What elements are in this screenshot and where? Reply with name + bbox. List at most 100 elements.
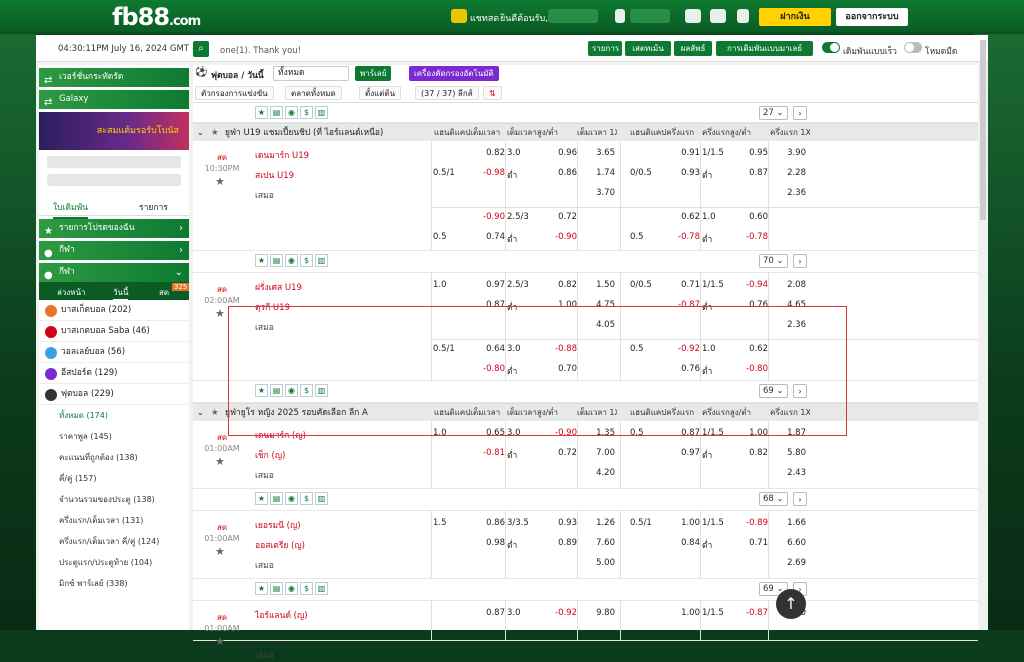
- odds-value[interactable]: -0.78: [666, 232, 700, 242]
- deposit-button[interactable]: ฝากเงิน: [759, 8, 831, 26]
- odds-value[interactable]: -0.90: [539, 232, 577, 242]
- tab-live[interactable]: สด: [159, 286, 169, 299]
- odds-value[interactable]: 0.62: [732, 344, 768, 354]
- odds-value[interactable]: 0.87: [666, 428, 700, 438]
- away-team[interactable]: เช็ก (ญ): [255, 448, 285, 462]
- odds-value[interactable]: 1.35: [579, 428, 615, 438]
- live-icon[interactable]: ◉: [285, 582, 298, 595]
- announcement[interactable]: one(1). Thank you!: [220, 46, 301, 56]
- odds-value[interactable]: 0.62: [666, 212, 700, 222]
- odds-value[interactable]: 0.71: [732, 538, 768, 548]
- market-filter[interactable]: ตลาดทั้งหมด: [285, 86, 342, 100]
- odds-value[interactable]: 1.00: [666, 518, 700, 528]
- tab-betslip[interactable]: ใบเดิมพัน: [53, 200, 88, 219]
- odds-value[interactable]: 0.82: [539, 280, 577, 290]
- match-star-icon[interactable]: ★: [215, 307, 225, 320]
- wallet-icon[interactable]: [615, 9, 625, 23]
- chart-icon[interactable]: ▥: [315, 106, 328, 119]
- football-submenu-item[interactable]: ครึ่งแรก/เต็มเวลา คี่/คู่ (124): [39, 531, 189, 552]
- away-team[interactable]: ออสเตรีย (ญ): [255, 538, 305, 552]
- favorites-button[interactable]: ★ รายการโปรดของฉัน ›: [39, 219, 189, 238]
- next-button[interactable]: ›: [793, 384, 807, 398]
- football-submenu-item[interactable]: ราคาพูล (145): [39, 426, 189, 447]
- odds-value[interactable]: 0.72: [539, 448, 577, 458]
- lottery-icon[interactable]: [710, 9, 726, 23]
- compact-version-button[interactable]: ⇄ เวอร์ชั่นกระทัดรัด: [39, 68, 189, 87]
- odds-value[interactable]: 0.76: [666, 364, 700, 374]
- more-markets-count[interactable]: 70 ⌄: [759, 254, 788, 268]
- odds-value[interactable]: -0.87: [666, 300, 700, 310]
- match-star-icon[interactable]: ★: [215, 635, 225, 648]
- more-markets-count[interactable]: 69 ⌄: [759, 384, 788, 398]
- favorite-icon[interactable]: ★: [255, 384, 268, 397]
- odds-value[interactable]: 0.64: [469, 344, 505, 354]
- odds-value[interactable]: -0.89: [732, 518, 768, 528]
- more-markets-count[interactable]: 68 ⌄: [759, 492, 788, 506]
- odds-value[interactable]: 3.65: [579, 148, 615, 158]
- chat-icon[interactable]: [451, 9, 467, 23]
- home-team[interactable]: ไอร์แลนด์ (ญ): [255, 608, 308, 622]
- sport-item[interactable]: วอลเลย์บอล (56): [39, 342, 189, 363]
- sport-item[interactable]: บาสเกตบอล Saba (46): [39, 321, 189, 342]
- results-button[interactable]: ผลลัพธ์: [674, 41, 712, 56]
- bets-list-button[interactable]: รายการ: [588, 41, 622, 56]
- odds-type-select[interactable]: การเดิมพันแบบมาเลย์: [716, 41, 813, 56]
- sport-item[interactable]: อีสปอร์ต (129): [39, 363, 189, 384]
- odds-value[interactable]: 1.00: [732, 428, 768, 438]
- stats-icon[interactable]: ▤: [270, 582, 283, 595]
- home-team[interactable]: ฝรั่งเศส U19: [255, 280, 302, 294]
- odds-value[interactable]: 4.65: [770, 300, 806, 310]
- tab-list[interactable]: รายการ: [139, 200, 168, 214]
- chart-icon[interactable]: ▥: [315, 254, 328, 267]
- home-team[interactable]: เดนมาร์ก (ญ): [255, 428, 306, 442]
- odds-value[interactable]: 0.89: [539, 538, 577, 548]
- next-button[interactable]: ›: [793, 492, 807, 506]
- odds-value[interactable]: 2.69: [770, 558, 806, 568]
- league-star-icon[interactable]: ★: [211, 404, 219, 422]
- favorite-icon[interactable]: ★: [255, 106, 268, 119]
- odds-value[interactable]: 1.87: [770, 428, 806, 438]
- live-icon[interactable]: ◉: [285, 384, 298, 397]
- parlay-button[interactable]: พาร์เลย์: [355, 66, 392, 81]
- statement-button[interactable]: เสตทเม้น: [625, 41, 671, 56]
- back-to-top-button[interactable]: ↑: [776, 589, 806, 619]
- league-filter[interactable]: ตัวกรองการแข่งขัน: [195, 86, 274, 100]
- scrollbar[interactable]: [980, 40, 986, 220]
- odds-value[interactable]: 0.74: [469, 232, 505, 242]
- odds-value[interactable]: -0.80: [469, 364, 505, 374]
- next-button[interactable]: ›: [793, 106, 807, 120]
- more-markets-count[interactable]: 27 ⌄: [759, 106, 788, 120]
- stats-icon[interactable]: ▤: [270, 254, 283, 267]
- favorite-icon[interactable]: ★: [255, 254, 268, 267]
- sport-icon[interactable]: [685, 9, 701, 23]
- odds-value[interactable]: -0.94: [732, 280, 768, 290]
- odds-value[interactable]: 0.96: [539, 148, 577, 158]
- tab-early[interactable]: ล่วงหน้า: [57, 286, 86, 299]
- chart-icon[interactable]: ▥: [315, 384, 328, 397]
- odds-value[interactable]: -0.88: [539, 344, 577, 354]
- logout-button[interactable]: ออกจากระบบ: [836, 8, 908, 26]
- next-button[interactable]: ›: [793, 254, 807, 268]
- odds-value[interactable]: 0.60: [732, 212, 768, 222]
- refresh-icon[interactable]: ⇅: [483, 86, 502, 100]
- odds-value[interactable]: 0.71: [666, 280, 700, 290]
- odds-value[interactable]: 0.97: [469, 280, 505, 290]
- cashout-icon[interactable]: $: [300, 106, 313, 119]
- odds-value[interactable]: 0.86: [539, 168, 577, 178]
- league-header[interactable]: ⌄ ★ ยูฟ่ายูโร หญิง 2025 รอบคัดเลือก ลีก A แ…: [193, 403, 978, 421]
- stats-icon[interactable]: ▤: [270, 492, 283, 505]
- odds-value[interactable]: 0.65: [469, 428, 505, 438]
- odds-value[interactable]: -0.98: [469, 168, 505, 178]
- odds-value[interactable]: 0.95: [732, 148, 768, 158]
- football-submenu-item[interactable]: ประตูแรก/ประตูท้าย (104): [39, 552, 189, 573]
- odds-value[interactable]: 0.86: [469, 518, 505, 528]
- galaxy-button[interactable]: ⇄ Galaxy: [39, 90, 189, 109]
- odds-value[interactable]: -0.90: [539, 428, 577, 438]
- live-icon[interactable]: ◉: [285, 106, 298, 119]
- odds-value[interactable]: 7.00: [579, 448, 615, 458]
- odds-value[interactable]: 1.26: [579, 518, 615, 528]
- tab-today[interactable]: วันนี้: [113, 286, 129, 301]
- odds-value[interactable]: -0.90: [469, 212, 505, 222]
- odds-value[interactable]: 0.93: [666, 168, 700, 178]
- odds-value[interactable]: 2.36: [770, 320, 806, 330]
